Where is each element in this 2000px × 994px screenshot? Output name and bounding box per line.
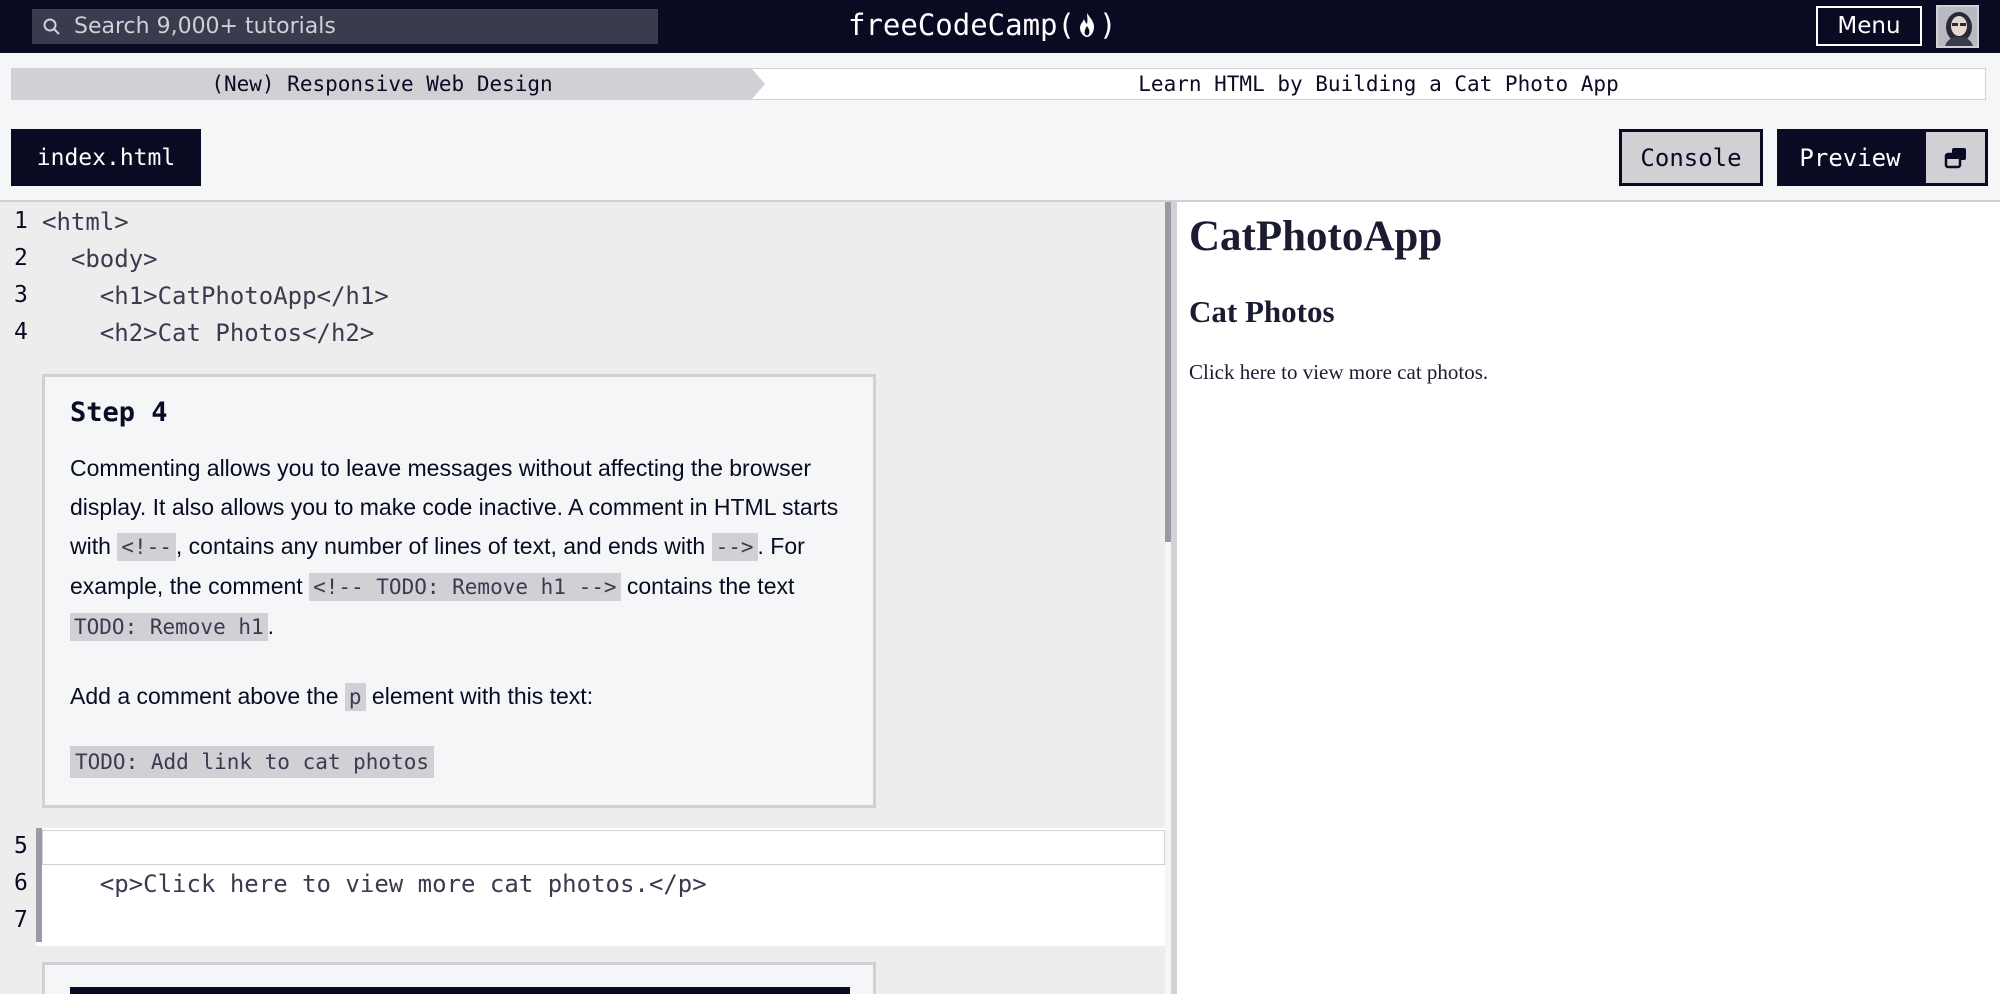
- code-line[interactable]: <body>: [42, 245, 158, 273]
- preview-heading-h2: Cat Photos: [1189, 294, 1335, 329]
- file-tab-index-html[interactable]: index.html: [11, 129, 201, 186]
- search-icon: [43, 18, 60, 35]
- flame-icon: [1079, 13, 1094, 37]
- step-text: .: [267, 613, 275, 639]
- line-number: 4: [14, 319, 28, 345]
- freecodecamp-logo[interactable]: freeCodeCamp( ): [848, 2, 1116, 48]
- line-number: 3: [14, 282, 28, 308]
- inline-code: <!-- TODO: Remove h1 -->: [309, 573, 621, 601]
- task-code-block: TODO: Add link to cat photos: [70, 746, 435, 778]
- inline-code: TODO: Remove h1: [70, 613, 268, 641]
- preview-heading-h1: CatPhotoApp: [1189, 213, 1443, 260]
- logo-text-left: freeCodeCamp(: [848, 8, 1075, 42]
- inline-code: -->: [711, 533, 758, 561]
- step-title: Step 4: [70, 397, 168, 428]
- logo-text-right: ): [1098, 8, 1117, 42]
- line-number: 5: [14, 833, 28, 859]
- active-line-highlight[interactable]: [42, 830, 1165, 865]
- preview-paragraph: Click here to view more cat photos.: [1189, 360, 1489, 384]
- breadcrumb: (New) Responsive Web Design Learn HTML b…: [11, 68, 1986, 100]
- step-text: element with this text:: [365, 683, 594, 709]
- top-nav: Search 9,000+ tutorials freeCodeCamp( ) …: [0, 0, 2000, 53]
- code-line[interactable]: <h1>CatPhotoApp</h1>: [42, 282, 389, 310]
- line-number: 6: [14, 870, 28, 896]
- preview-button[interactable]: Preview: [1777, 129, 1988, 186]
- line-number: 1: [14, 208, 28, 234]
- preview-button-label: Preview: [1799, 143, 1901, 172]
- breadcrumb-block[interactable]: Learn HTML by Building a Cat Photo App: [772, 69, 1985, 99]
- line-number: 2: [14, 245, 28, 271]
- avatar[interactable]: [1936, 5, 1979, 48]
- preview-pane: CatPhotoApp Cat Photos Click here to vie…: [1177, 202, 2000, 994]
- step-text: , contains any number of lines of text, …: [175, 533, 712, 559]
- avatar-image: [1938, 7, 1977, 46]
- step-instructions-panel: Step 4 Commenting allows you to leave me…: [42, 374, 876, 808]
- step-text: contains the text: [620, 573, 795, 599]
- inline-code: <!--: [117, 533, 176, 561]
- search-placeholder: Search 9,000+ tutorials: [74, 14, 336, 39]
- code-editor[interactable]: 1 <html> 2 <body> 3 <h1>CatPhotoApp</h1>…: [0, 202, 1165, 994]
- popout-icon[interactable]: [1926, 132, 1985, 183]
- breadcrumb-arrow: [752, 69, 765, 99]
- test-panel: [42, 962, 876, 994]
- breadcrumb-superblock[interactable]: (New) Responsive Web Design: [12, 69, 752, 99]
- code-line[interactable]: <p>Click here to view more cat photos.</…: [42, 870, 707, 898]
- code-line[interactable]: <h2>Cat Photos</h2>: [42, 319, 375, 347]
- search-bar[interactable]: Search 9,000+ tutorials: [32, 9, 658, 44]
- check-code-button[interactable]: [70, 987, 850, 994]
- step-task: Add a comment above the p element with t…: [70, 677, 860, 717]
- code-line[interactable]: <html>: [42, 208, 129, 236]
- step-text: Add a comment above the: [70, 683, 345, 709]
- line-number: 7: [14, 907, 28, 933]
- inline-code: p: [344, 683, 366, 711]
- menu-button[interactable]: Menu: [1816, 6, 1922, 46]
- console-button[interactable]: Console: [1619, 129, 1763, 186]
- step-description: Commenting allows you to leave messages …: [70, 449, 860, 647]
